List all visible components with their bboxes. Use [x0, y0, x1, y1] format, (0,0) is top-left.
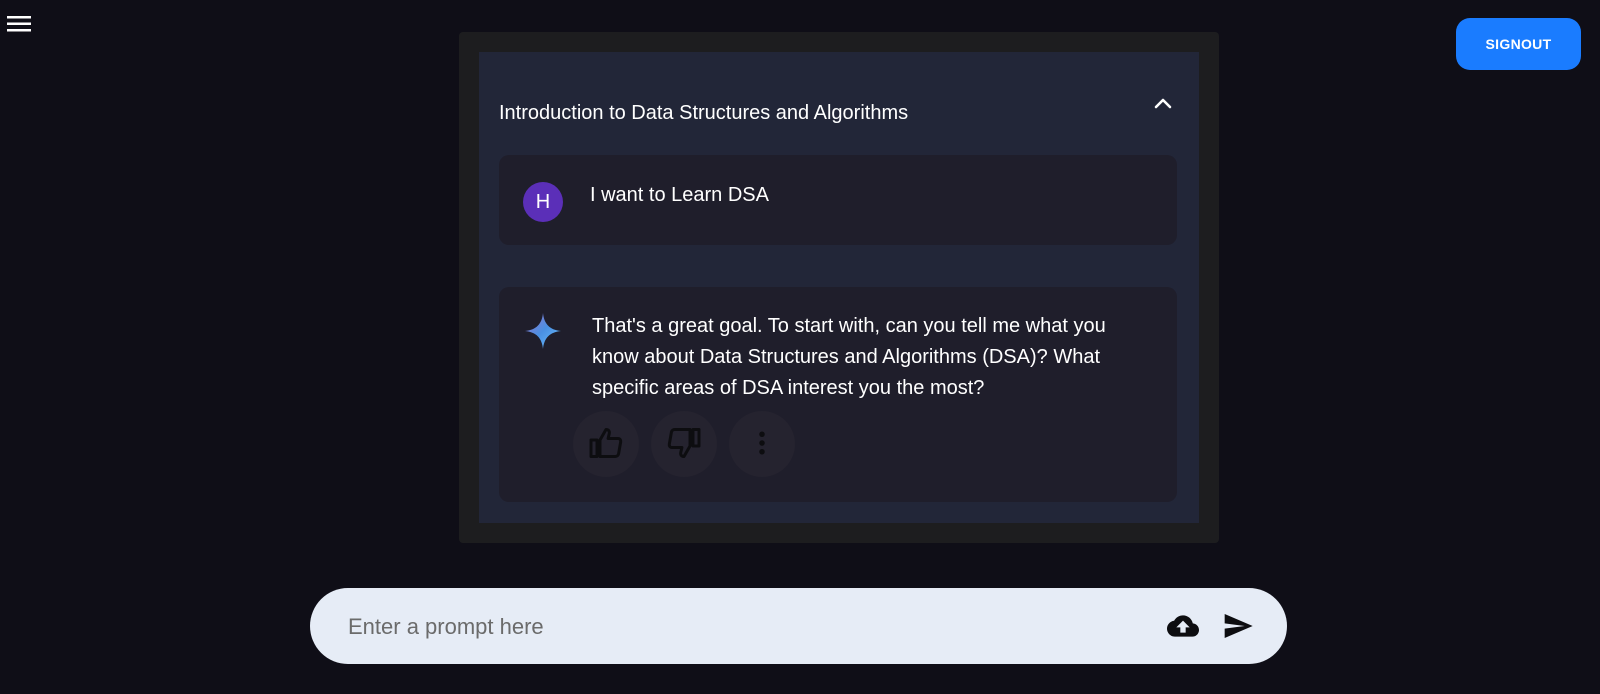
- chat-title: Introduction to Data Structures and Algo…: [499, 102, 909, 124]
- sparkle-icon: [523, 311, 563, 351]
- thumbs-down-icon: [666, 425, 702, 464]
- chat-frame: Introduction to Data Structures and Algo…: [459, 32, 1219, 543]
- hamburger-menu-icon[interactable]: [6, 14, 32, 34]
- prompt-bar: [310, 588, 1287, 664]
- more-vertical-icon: [747, 428, 777, 461]
- thumbs-up-icon: [588, 425, 624, 464]
- send-icon[interactable]: [1221, 610, 1255, 642]
- chevron-up-icon[interactable]: [1151, 92, 1175, 116]
- avatar: H: [523, 182, 563, 222]
- chat-panel: Introduction to Data Structures and Algo…: [479, 52, 1199, 523]
- like-button[interactable]: [573, 411, 639, 477]
- signout-button[interactable]: SIGNOUT: [1456, 18, 1581, 70]
- more-options-button[interactable]: [729, 411, 795, 477]
- ai-message-text: That's a great goal. To start with, can …: [592, 315, 1106, 399]
- user-message: H I want to Learn DSA: [499, 155, 1177, 245]
- cloud-upload-icon[interactable]: [1165, 610, 1201, 642]
- dislike-button[interactable]: [651, 411, 717, 477]
- prompt-input[interactable]: [346, 602, 1130, 652]
- user-message-text: I want to Learn DSA: [590, 184, 769, 206]
- ai-message: That's a great goal. To start with, can …: [499, 287, 1177, 502]
